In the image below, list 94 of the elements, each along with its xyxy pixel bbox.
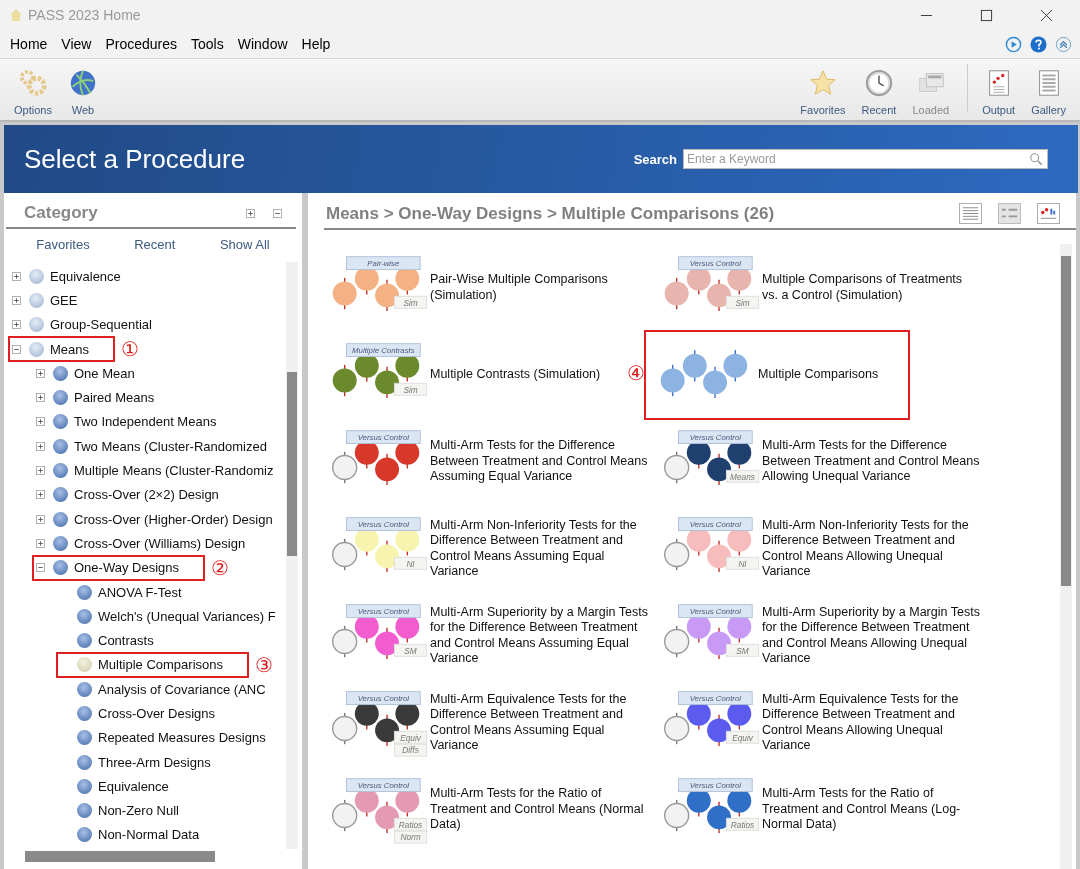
play-icon[interactable] <box>1005 35 1022 53</box>
tag-label: Means <box>730 472 755 481</box>
tag-label: SM <box>404 646 417 655</box>
callout-number: ① <box>121 337 140 362</box>
expander-icon[interactable] <box>12 320 21 330</box>
category-tab[interactable]: Favorites <box>36 237 90 252</box>
expander-icon[interactable] <box>12 271 21 281</box>
expander-icon[interactable] <box>36 514 45 524</box>
search-icon[interactable] <box>1029 152 1043 166</box>
scrollbar-thumb[interactable] <box>287 372 297 556</box>
chart-view-icon[interactable] <box>1037 203 1060 224</box>
menu-item[interactable]: Tools <box>191 36 224 52</box>
tag-label: NI <box>406 559 415 568</box>
tree-item[interactable]: Analysis of Covariance (ANC <box>98 681 266 697</box>
tree-item[interactable]: Non-Zero Null <box>98 803 179 819</box>
tree-item[interactable]: Cross-Over Designs <box>98 706 216 721</box>
menu-item[interactable]: Home <box>10 36 48 52</box>
procedure-item[interactable]: Multiple Comparisons <box>644 329 911 420</box>
clock-icon <box>863 68 894 98</box>
category-tab[interactable]: Show All <box>219 237 270 252</box>
tag-label: Equiv <box>732 733 753 742</box>
tree-item[interactable]: Three-Arm Designs <box>98 754 211 770</box>
toolbar-button[interactable]: Gallery <box>1023 68 1074 116</box>
tree-item[interactable]: Cross-Over (Higher-Order) Design <box>74 511 273 527</box>
collapse-icon[interactable] <box>1055 35 1072 53</box>
maximize-icon[interactable] <box>980 8 993 22</box>
tree-item[interactable]: Non-Normal Data <box>98 827 200 843</box>
toolbar-button[interactable]: Recent <box>853 68 905 116</box>
scrollbar-thumb[interactable] <box>1061 256 1071 586</box>
expander-icon[interactable] <box>36 563 45 573</box>
tree-item[interactable]: Means <box>50 341 90 357</box>
menu-item[interactable]: Procedures <box>105 36 178 52</box>
panel-title: Category <box>24 203 99 223</box>
expander-icon[interactable] <box>36 490 45 500</box>
collapse-all-icon[interactable] <box>273 208 282 218</box>
search-field[interactable]: Enter a Keyword <box>683 149 1048 169</box>
tag-label: SM <box>736 646 749 655</box>
expander-icon[interactable] <box>36 393 45 403</box>
tree-item[interactable]: Cross-Over (2×2) Design <box>74 487 219 503</box>
tag-label: Sim <box>403 298 418 307</box>
tag-label: Ratios <box>730 820 755 829</box>
window-title: PASS 2023 Home <box>28 7 141 23</box>
house-icon <box>8 7 24 23</box>
tree-item[interactable]: Multiple Means (Cluster-Randomiz <box>74 463 274 479</box>
menu-item[interactable]: Help <box>301 36 331 52</box>
callout-number: ④ <box>627 361 645 385</box>
tree-item[interactable]: Equivalence <box>98 778 169 794</box>
expander-icon[interactable] <box>36 417 45 427</box>
tag-label: Ratios <box>398 820 423 829</box>
menu-item[interactable]: Window <box>237 36 288 52</box>
expand-all-icon[interactable] <box>246 208 255 218</box>
tree-item[interactable]: Welch's (Unequal Variances) F <box>98 608 276 624</box>
expander-icon[interactable] <box>12 295 21 305</box>
star-icon <box>807 68 838 98</box>
tree-item[interactable]: GEE <box>50 292 78 308</box>
expander-icon[interactable] <box>36 441 45 451</box>
toolbar-button[interactable]: Web <box>59 68 106 116</box>
tag-label: Norm <box>400 832 421 842</box>
expander-icon[interactable] <box>12 344 21 354</box>
close-icon[interactable] <box>1040 8 1053 22</box>
tag-label: Sim <box>403 385 418 394</box>
tag-label: Diffs <box>402 745 419 755</box>
expander-icon[interactable] <box>36 538 45 548</box>
expander-icon[interactable] <box>36 466 45 476</box>
help-icon[interactable] <box>1030 35 1047 53</box>
tree-item[interactable]: Cross-Over (Williams) Design <box>74 535 246 551</box>
toolbar-button[interactable]: Output <box>974 68 1024 116</box>
breadcrumb: Means > One-Way Designs > Multiple Comparisons (26) <box>326 203 775 224</box>
tree-item[interactable]: One-Way Designs <box>74 560 179 576</box>
tree-item[interactable]: Repeated Measures Designs <box>98 730 266 746</box>
page-title: Select a Procedure <box>24 143 246 175</box>
tree-item[interactable]: Two Means (Cluster-Randomized <box>74 438 267 454</box>
toolbar-button[interactable]: Favorites <box>792 68 854 116</box>
toolbar-button[interactable]: Options <box>6 68 60 116</box>
scrollbar-thumb[interactable] <box>25 851 215 862</box>
callout-number: ③ <box>255 652 273 677</box>
tag-label: Sim <box>735 298 750 307</box>
tree-item[interactable]: Multiple Comparisons <box>98 657 223 673</box>
tree-item[interactable]: Contrasts <box>98 633 154 649</box>
tree-item[interactable]: Two Independent Means <box>74 414 217 430</box>
tree-item[interactable]: One Mean <box>74 365 135 381</box>
menu-item[interactable]: View <box>61 36 92 52</box>
expander-icon[interactable] <box>36 368 45 378</box>
category-tab[interactable]: Recent <box>134 237 176 252</box>
callout-number: ② <box>211 555 229 580</box>
tree-item[interactable]: Equivalence <box>50 268 121 284</box>
tag-label: NI <box>738 559 747 568</box>
search-label: Search <box>633 151 677 167</box>
gears-icon <box>17 68 48 98</box>
tree-item[interactable]: ANOVA F-Test <box>98 584 182 600</box>
tree-item[interactable]: Paired Means <box>74 390 155 406</box>
list-view-icon[interactable] <box>959 203 982 224</box>
tag-label: Equiv <box>400 733 421 742</box>
tree-item[interactable]: Group-Sequential <box>50 317 152 333</box>
